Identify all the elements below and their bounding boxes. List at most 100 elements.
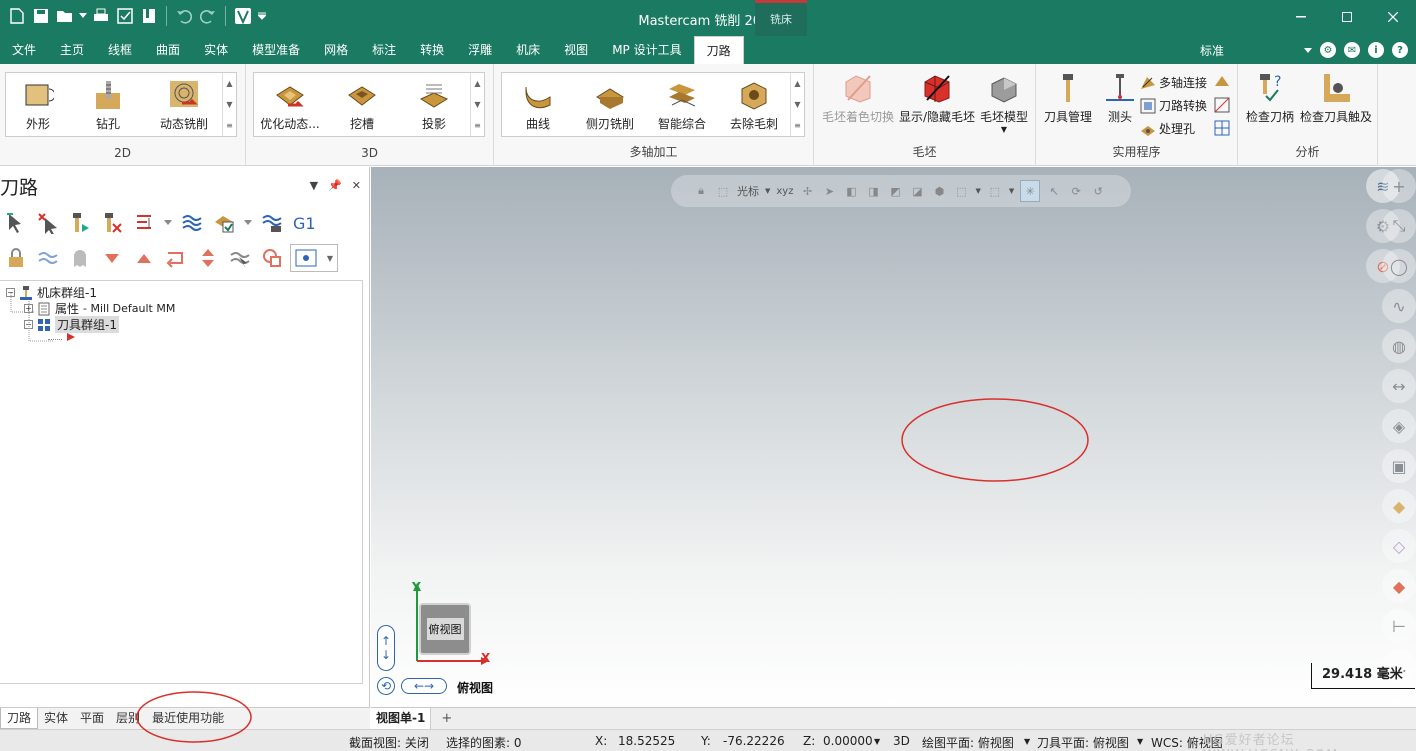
view-cube[interactable]: 俯视图 [419, 603, 471, 655]
cube-icon-2[interactable]: ◨ [865, 183, 881, 199]
regenerate-icon[interactable] [66, 209, 94, 237]
display-options-select[interactable]: ▼ [290, 244, 338, 272]
z-coord-value[interactable]: 0.00000 [823, 734, 873, 748]
measure-icon[interactable]: ↔ [1382, 369, 1416, 403]
optirough-button[interactable]: 优化动态... [254, 73, 326, 136]
insert-arrow-icon[interactable] [162, 244, 190, 272]
move-insert-icon[interactable] [130, 209, 158, 237]
tab-view[interactable]: 视图 [552, 36, 600, 64]
lock-icon[interactable]: 🔒︎ [693, 183, 709, 199]
new-file-icon[interactable] [6, 5, 28, 27]
open-folder-icon[interactable] [54, 5, 76, 27]
workspace-select[interactable]: 标准 [1200, 42, 1296, 59]
pocket-button[interactable]: 挖槽 [326, 73, 398, 136]
check-tool-reach-button[interactable]: 检查刀具触及 [1300, 72, 1372, 125]
ghost-icon[interactable] [66, 244, 94, 272]
window-select-icon[interactable]: ⬚ [987, 183, 1003, 199]
save-as-icon[interactable] [114, 5, 136, 27]
regenerate-dirty-icon[interactable] [98, 209, 126, 237]
plane-icon[interactable]: ◇ [1382, 529, 1416, 563]
stock-icon[interactable]: ◆ [1382, 489, 1416, 523]
feedback-icon[interactable]: ✉ [1344, 42, 1360, 58]
tab-toolpaths[interactable]: 刀路 [693, 36, 744, 64]
stock-display-button[interactable]: 显示/隐藏毛坯 [899, 72, 975, 125]
verify-icon[interactable] [232, 5, 254, 27]
ruler-icon[interactable]: ⊢ [1382, 609, 1416, 643]
tab-relief[interactable]: 浮雕 [456, 36, 504, 64]
tool-manager-button[interactable]: 刀具管理 [1044, 72, 1092, 125]
cursor-mode-label[interactable]: 光标 [737, 183, 759, 199]
lock-icon[interactable] [2, 244, 30, 272]
save-icon[interactable] [30, 5, 52, 27]
close-icon[interactable] [1370, 0, 1416, 34]
rotate-view-icon[interactable]: ⟲ [377, 677, 395, 695]
snap-icon[interactable]: ✢ [799, 183, 815, 199]
tab-model-prep[interactable]: 模型准备 [240, 36, 312, 64]
toggle-posting-icon[interactable] [34, 244, 62, 272]
cube-icon-3[interactable]: ◩ [887, 183, 903, 199]
tab-dimension[interactable]: 标注 [360, 36, 408, 64]
dropdown-arrow-icon[interactable]: ▼ [765, 187, 770, 195]
tab-mp-design[interactable]: MP 设计工具 [600, 36, 693, 64]
drill-button[interactable]: 钻孔 [70, 73, 146, 136]
dropdown-arrow-icon[interactable] [242, 209, 254, 237]
panel-tab-solids[interactable]: 实体 [38, 708, 74, 729]
unified-button[interactable]: 智能综合 [646, 73, 718, 136]
bookmark-icon[interactable] [138, 5, 160, 27]
select-cursor-icon[interactable]: ⬚ [715, 183, 731, 199]
clear-select-icon[interactable]: ↺ [1090, 183, 1106, 199]
gallery-scroll[interactable]: ▲ ▼ ≡ [222, 73, 236, 136]
display-selected-icon[interactable] [226, 244, 254, 272]
toolpath-transform-button[interactable]: 刀路转换 [1140, 97, 1207, 114]
minimize-icon[interactable] [1278, 0, 1324, 34]
process-holes-button[interactable]: 处理孔 [1140, 120, 1195, 137]
stock-shading-button[interactable]: 毛坯着色切换 [822, 72, 894, 125]
tab-solids[interactable]: 实体 [192, 36, 240, 64]
redo-icon[interactable] [197, 5, 219, 27]
print-icon[interactable] [90, 5, 112, 27]
tag-icon[interactable]: ◈ [1382, 409, 1416, 443]
check-holder-button[interactable]: ? 检查刀柄 [1246, 72, 1294, 125]
panel-tab-toolpaths[interactable]: 刀路 [0, 708, 39, 729]
utility-icon-3[interactable] [1214, 120, 1230, 136]
move-down-icon[interactable] [98, 244, 126, 272]
mode-3d-toggle[interactable]: 3D [893, 734, 910, 748]
close-icon[interactable]: ✕ [352, 179, 361, 192]
tab-surfaces[interactable]: 曲面 [144, 36, 192, 64]
dropdown-arrow-icon[interactable]: ▼ [1137, 737, 1143, 746]
dropdown-arrow-icon[interactable] [162, 209, 174, 237]
dropdown-arrow-icon[interactable]: ▼ [1009, 187, 1014, 195]
verify-select-icon[interactable]: ⬚ [953, 183, 969, 199]
spline-icon[interactable]: ∿ [1382, 289, 1416, 323]
dropdown-arrow-icon[interactable]: ▼ [1024, 737, 1030, 746]
swarf-button[interactable]: 侧刃铣削 [574, 73, 646, 136]
pan-vertical-button[interactable]: ↑ ↓ [377, 625, 395, 671]
deburr-button[interactable]: 去除毛刺 [718, 73, 790, 136]
viewsheet-tab-1[interactable]: 视图单-1 [371, 708, 432, 729]
help-icon[interactable]: ? [1392, 42, 1408, 58]
solid-select-icon[interactable]: ⬢ [931, 183, 947, 199]
panel-tab-planes[interactable]: 平面 [74, 708, 110, 729]
tab-wireframe[interactable]: 线框 [96, 36, 144, 64]
pointer-icon[interactable]: ➤ [821, 183, 837, 199]
cube-icon-1[interactable]: ◧ [843, 183, 859, 199]
solid-icon[interactable]: ◆ [1382, 569, 1416, 603]
display-geometry-icon[interactable] [258, 244, 286, 272]
deselect-icon[interactable] [34, 209, 62, 237]
panel-menu-icon[interactable]: ▼ [310, 179, 318, 192]
circle-icon[interactable]: ◯ [1382, 249, 1416, 283]
contour-button[interactable]: 外形 [6, 73, 70, 136]
expand-icon[interactable]: ⤡ [1382, 209, 1416, 243]
select-last-icon[interactable]: ↖ [1046, 183, 1062, 199]
box-icon[interactable]: ▣ [1382, 449, 1416, 483]
curve-button[interactable]: 曲线 [502, 73, 574, 136]
add-icon[interactable]: + [1382, 169, 1416, 203]
utility-icon-2[interactable] [1214, 97, 1230, 113]
verify-select-icon[interactable] [210, 209, 238, 237]
utility-icon-1[interactable] [1214, 74, 1230, 90]
dropdown-arrow-icon[interactable] [1304, 43, 1312, 57]
tab-machine[interactable]: 机床 [504, 36, 552, 64]
section-view-status[interactable]: 截面视图: 关闭 [349, 734, 429, 751]
cube-icon-4[interactable]: ◪ [909, 183, 925, 199]
cplane-status[interactable]: 绘图平面: 俯视图 [922, 734, 1014, 751]
